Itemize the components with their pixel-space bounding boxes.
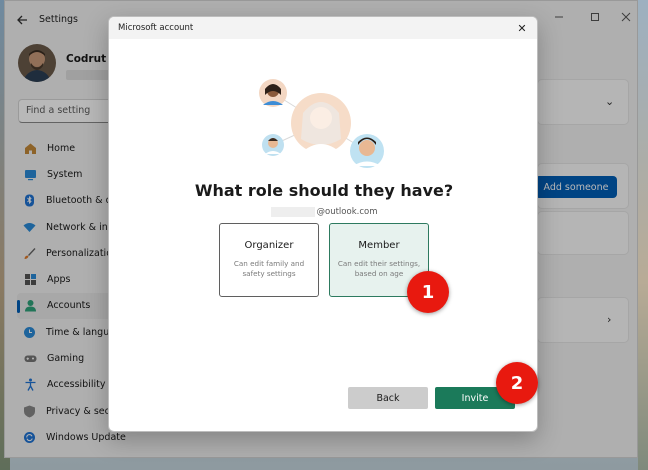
close-icon[interactable]: ✕ xyxy=(513,19,531,37)
organizer-role-option[interactable]: Organizer Can edit family and safety set… xyxy=(219,223,319,297)
back-button[interactable]: Back xyxy=(348,387,428,409)
family-illustration xyxy=(259,79,384,168)
email-domain: @outlook.com xyxy=(316,207,378,217)
role-title: Member xyxy=(358,240,400,251)
role-description: Can edit family and safety settings xyxy=(233,259,305,278)
role-title: Organizer xyxy=(244,240,294,251)
step-marker-1: 1 xyxy=(407,271,449,313)
dialog-titlebar: Microsoft account ✕ xyxy=(109,17,537,39)
page-title: What role should they have? xyxy=(194,181,454,200)
email-redacted xyxy=(270,207,315,217)
desktop-wallpaper-right xyxy=(638,0,648,470)
microsoft-account-dialog: Microsoft account ✕ What role should the… xyxy=(108,16,538,432)
dialog-title: Microsoft account xyxy=(118,23,194,33)
step-marker-2: 2 xyxy=(496,362,538,404)
invitee-email: @outlook.com xyxy=(269,205,379,219)
